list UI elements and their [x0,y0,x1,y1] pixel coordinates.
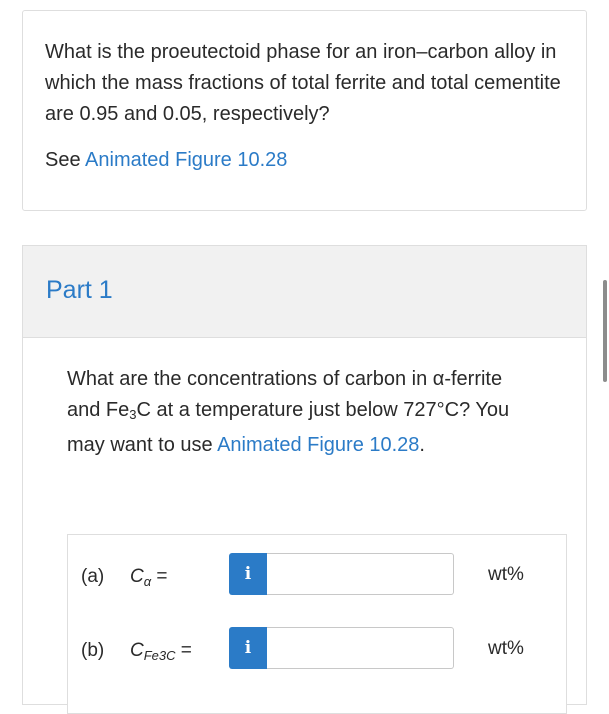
variable-c-fe3c-symbol: C [130,640,144,661]
variable-c-fe3c: CFe3C = [130,640,192,663]
part-question-end: . [419,434,425,456]
question-text: What is the proeutectoid phase for an ir… [45,41,561,125]
answer-row-a: (a) Cα = i wt% [68,553,566,603]
variable-c-alpha: Cα = [130,566,168,589]
see-prefix: See [45,149,86,171]
part-header: Part 1 [23,246,586,338]
part-animated-figure-link[interactable]: Animated Figure 10.28 [217,434,419,456]
c-alpha-input[interactable] [267,553,454,595]
animated-figure-link[interactable]: Animated Figure 10.28 [85,149,287,171]
part-question-text: What are the concentrations of carbon in… [67,364,537,461]
unit-label-b: wt% [488,638,524,659]
info-icon[interactable]: i [229,553,267,595]
answer-row-b: (b) CFe3C = i wt% [68,627,566,677]
unit-label-a: wt% [488,564,524,585]
scrollbar[interactable] [603,280,607,382]
part-title: Part 1 [46,276,113,304]
c-fe3c-input[interactable] [267,627,454,669]
part-card: Part 1 What are the concentrations of ca… [22,245,587,714]
answer-box: (a) Cα = i wt% (b) CFe3C = i wt% [67,534,567,714]
question-card: What is the proeutectoid phase for an ir… [22,10,587,211]
variable-c-alpha-equals: = [151,566,168,587]
see-figure-line: See Animated Figure 10.28 [45,145,287,176]
variable-c-fe3c-equals: = [175,640,192,661]
variable-c-alpha-symbol: C [130,566,144,587]
info-icon[interactable]: i [229,627,267,669]
answer-label-b: (b) [81,640,105,661]
variable-c-fe3c-subscript: Fe3C [143,648,176,663]
answer-label-a: (a) [81,566,105,587]
fe3c-subscript: 3 [129,407,137,422]
